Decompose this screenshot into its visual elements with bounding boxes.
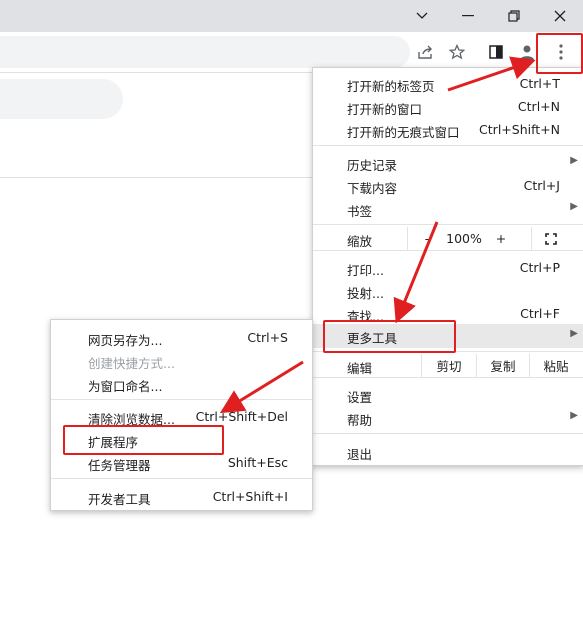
menu-item-edit: 编辑 剪切 复制 粘贴 — [313, 354, 583, 377]
page-divider — [0, 177, 312, 178]
submenu-item-create-shortcut: 创建快捷方式... — [51, 349, 312, 372]
submenu-item-shortcut: Ctrl+Shift+I — [212, 489, 288, 504]
menu-item-label: 下载内容 — [347, 181, 398, 196]
menu-item-label: 打印... — [347, 263, 384, 278]
menu-item-label: 编辑 — [347, 361, 373, 376]
menu-item-label: 打开新的无痕式窗口 — [347, 125, 460, 140]
submenu-item-shortcut: Ctrl+S — [247, 330, 288, 345]
star-icon[interactable] — [445, 40, 469, 64]
annotation-box-more-tools — [323, 320, 456, 353]
menu-item-label: 退出 — [347, 447, 373, 462]
menu-separator — [313, 145, 583, 146]
close-icon[interactable] — [537, 0, 583, 32]
menu-separator — [313, 250, 583, 251]
chevron-right-icon: ▶ — [570, 201, 578, 212]
menu-item-shortcut: Ctrl+P — [519, 260, 560, 275]
submenu-item-label: 任务管理器 — [88, 458, 151, 473]
page-search-bar[interactable] — [0, 79, 123, 119]
copy-button[interactable]: 复制 — [478, 354, 528, 377]
chevron-right-icon: ▶ — [570, 328, 578, 339]
menu-separator — [51, 478, 312, 479]
address-bar[interactable] — [0, 36, 410, 68]
submenu-item-label: 开发者工具 — [88, 492, 151, 507]
zoom-divider — [531, 227, 532, 250]
menu-item-new-incognito[interactable]: 打开新的无痕式窗口 Ctrl+Shift+N — [313, 118, 583, 141]
menu-item-zoom: 缩放 - 100% + — [313, 227, 583, 250]
zoom-level: 100% — [446, 231, 482, 246]
submenu-item-shortcut: Ctrl+Shift+Del — [195, 409, 288, 424]
menu-item-label: 打开新的标签页 — [347, 79, 435, 94]
menu-item-label: 打开新的窗口 — [347, 102, 423, 117]
menu-item-label: 设置 — [347, 390, 373, 405]
menu-item-shortcut: Ctrl+T — [519, 76, 560, 91]
chrome-main-menu: 打开新的标签页 Ctrl+T 打开新的窗口 Ctrl+N 打开新的无痕式窗口 C… — [312, 67, 583, 466]
menu-separator — [313, 433, 583, 434]
more-tools-submenu: 网页另存为... Ctrl+S 创建快捷方式... 为窗口命名... 清除浏览数… — [50, 319, 313, 511]
share-icon[interactable] — [414, 40, 438, 64]
cut-button[interactable]: 剪切 — [423, 354, 475, 377]
annotation-box-menu-button — [536, 33, 583, 74]
menu-item-history[interactable]: 历史记录 ▶ — [313, 151, 583, 174]
menu-item-downloads[interactable]: 下载内容 Ctrl+J — [313, 174, 583, 197]
menu-item-shortcut: Ctrl+N — [517, 99, 560, 114]
window-title-bar — [0, 0, 583, 32]
menu-item-label: 书签 — [347, 204, 373, 219]
menu-item-label: 缩放 — [347, 234, 373, 249]
zoom-divider — [407, 227, 408, 250]
menu-separator — [51, 399, 312, 400]
side-panel-icon[interactable] — [484, 40, 508, 64]
menu-separator — [313, 224, 583, 225]
menu-item-label: 投射... — [347, 286, 384, 301]
minimize-icon[interactable] — [445, 0, 491, 32]
menu-item-shortcut: Ctrl+F — [520, 306, 560, 321]
menu-item-shortcut: Ctrl+J — [523, 178, 560, 193]
submenu-item-save-page[interactable]: 网页另存为... Ctrl+S — [51, 326, 312, 349]
submenu-item-dev-tools[interactable]: 开发者工具 Ctrl+Shift+I — [51, 485, 312, 508]
chevron-down-icon[interactable] — [399, 0, 445, 32]
menu-item-print[interactable]: 打印... Ctrl+P — [313, 256, 583, 279]
menu-item-exit[interactable]: 退出 — [313, 440, 583, 463]
menu-item-label: 帮助 — [347, 413, 373, 428]
submenu-item-shortcut: Shift+Esc — [227, 455, 288, 470]
menu-separator — [313, 377, 583, 378]
fullscreen-icon[interactable] — [541, 227, 561, 250]
menu-item-new-tab[interactable]: 打开新的标签页 Ctrl+T — [313, 72, 583, 95]
menu-item-label: 历史记录 — [347, 158, 398, 173]
menu-item-new-window[interactable]: 打开新的窗口 Ctrl+N — [313, 95, 583, 118]
zoom-out-button[interactable]: - — [417, 227, 437, 250]
paste-button[interactable]: 粘贴 — [531, 354, 581, 377]
zoom-in-button[interactable]: + — [491, 227, 511, 250]
edit-divider — [421, 354, 422, 377]
submenu-item-label: 为窗口命名... — [88, 379, 163, 394]
submenu-item-label: 网页另存为... — [88, 333, 163, 348]
annotation-box-extensions — [63, 425, 224, 455]
restore-icon[interactable] — [491, 0, 537, 32]
menu-item-shortcut: Ctrl+Shift+N — [479, 122, 560, 137]
menu-item-bookmarks[interactable]: 书签 ▶ — [313, 197, 583, 220]
edit-divider — [476, 354, 477, 377]
edit-divider — [529, 354, 530, 377]
menu-item-cast[interactable]: 投射... — [313, 279, 583, 302]
submenu-item-name-window[interactable]: 为窗口命名... — [51, 372, 312, 395]
chevron-right-icon: ▶ — [570, 410, 578, 421]
menu-item-settings[interactable]: 设置 — [313, 383, 583, 406]
menu-item-help[interactable]: 帮助 ▶ — [313, 406, 583, 429]
submenu-item-label: 创建快捷方式... — [88, 356, 175, 371]
chevron-right-icon: ▶ — [570, 155, 578, 166]
